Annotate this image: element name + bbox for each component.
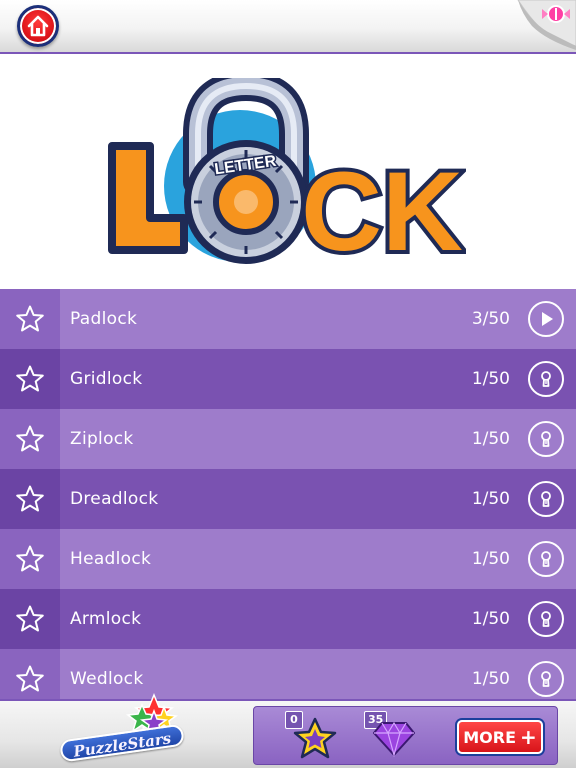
logo-letters-ck: CK [301,149,463,274]
plus-icon: + [520,725,537,749]
favorite-toggle[interactable] [0,409,60,469]
home-button[interactable] [17,5,59,47]
locked-button[interactable] [528,481,564,517]
favorite-toggle[interactable] [0,589,60,649]
level-progress: 3/50 [471,309,510,329]
star-outline-icon [16,545,44,572]
level-progress: 1/50 [471,369,510,389]
locked-button[interactable] [528,541,564,577]
level-progress: 1/50 [471,549,510,569]
level-list: Padlock 3/50 Gridlock 1/50 Ziplock 1/50 … [0,289,576,699]
star-outline-icon [16,365,44,392]
level-row-padlock[interactable]: Padlock 3/50 [0,289,576,349]
level-row-armlock[interactable]: Armlock 1/50 [0,589,576,649]
favorite-toggle[interactable] [0,529,60,589]
level-name: Dreadlock [70,489,159,509]
more-button[interactable]: MORE + [457,720,543,754]
level-name: Wedlock [70,669,144,689]
top-bar [0,0,576,54]
star-outline-icon [16,665,44,692]
level-row-gridlock[interactable]: Gridlock 1/50 [0,349,576,409]
star-outline-icon [16,425,44,452]
level-progress: 1/50 [471,429,510,449]
keyhole-lock-icon [541,551,551,567]
logo-area: LETTER CK [0,54,576,288]
shop-panel: 0 35 MORE + [253,706,558,765]
star-outline-icon [16,485,44,512]
star-currency-icon[interactable] [292,717,338,761]
favorite-toggle[interactable] [0,349,60,409]
locked-button[interactable] [528,361,564,397]
level-row-ziplock[interactable]: Ziplock 1/50 [0,409,576,469]
star-outline-icon [16,305,44,332]
locked-button[interactable] [528,421,564,457]
favorite-toggle[interactable] [0,289,60,349]
star-outline-icon [16,605,44,632]
level-name: Headlock [70,549,152,569]
level-row-dreadlock[interactable]: Dreadlock 1/50 [0,469,576,529]
keyhole-lock-icon [541,671,551,687]
level-name: Padlock [70,309,138,329]
level-name: Armlock [70,609,142,629]
level-row-wedlock[interactable]: Wedlock 1/50 [0,649,576,699]
locked-button[interactable] [528,661,564,697]
favorite-toggle[interactable] [0,469,60,529]
play-icon [542,312,553,326]
more-label: MORE [463,727,516,747]
level-progress: 1/50 [471,669,510,689]
keyhole-lock-icon [541,431,551,447]
locked-button[interactable] [528,601,564,637]
favorite-toggle[interactable] [0,649,60,699]
level-row-headlock[interactable]: Headlock 1/50 [0,529,576,589]
candy-corner-icon[interactable] [512,0,576,50]
bottom-bar: PuzzleStars 0 35 MORE + [0,693,576,768]
level-name: Ziplock [70,429,134,449]
letter-lock-logo: LETTER CK [108,78,466,274]
home-icon [27,15,49,37]
keyhole-lock-icon [541,491,551,507]
level-progress: 1/50 [471,489,510,509]
play-button[interactable] [528,301,564,337]
gem-currency-icon[interactable] [372,721,416,757]
keyhole-lock-icon [541,371,551,387]
level-progress: 1/50 [471,609,510,629]
keyhole-lock-icon [541,611,551,627]
level-name: Gridlock [70,369,143,389]
